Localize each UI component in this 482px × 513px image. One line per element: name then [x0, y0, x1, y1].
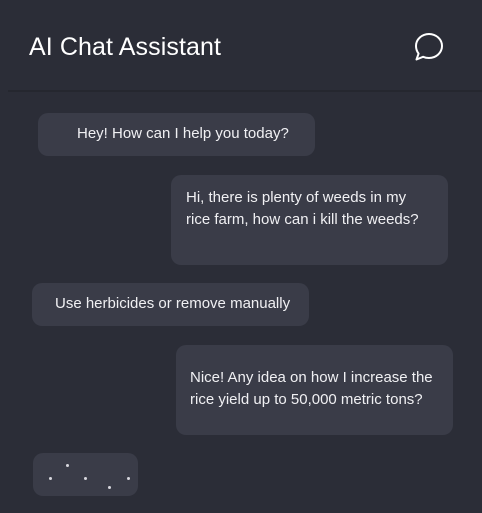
assistant-message: Hey! How can I help you today? — [38, 113, 315, 156]
typing-dot — [66, 464, 69, 467]
typing-dot — [49, 477, 52, 480]
user-message: Nice! Any idea on how I increase the ric… — [176, 345, 453, 435]
typing-dot — [84, 477, 87, 480]
typing-indicator — [33, 453, 138, 496]
assistant-message: Use herbicides or remove manually — [32, 283, 309, 326]
chat-bubble-icon[interactable] — [413, 31, 445, 63]
chat-header: AI Chat Assistant — [0, 0, 482, 92]
page-title: AI Chat Assistant — [29, 33, 222, 61]
typing-dot — [108, 486, 111, 489]
user-message: Hi, there is plenty of weeds in my rice … — [171, 175, 448, 265]
typing-dot — [127, 477, 130, 480]
message-list: Hey! How can I help you today? Hi, there… — [0, 92, 482, 513]
